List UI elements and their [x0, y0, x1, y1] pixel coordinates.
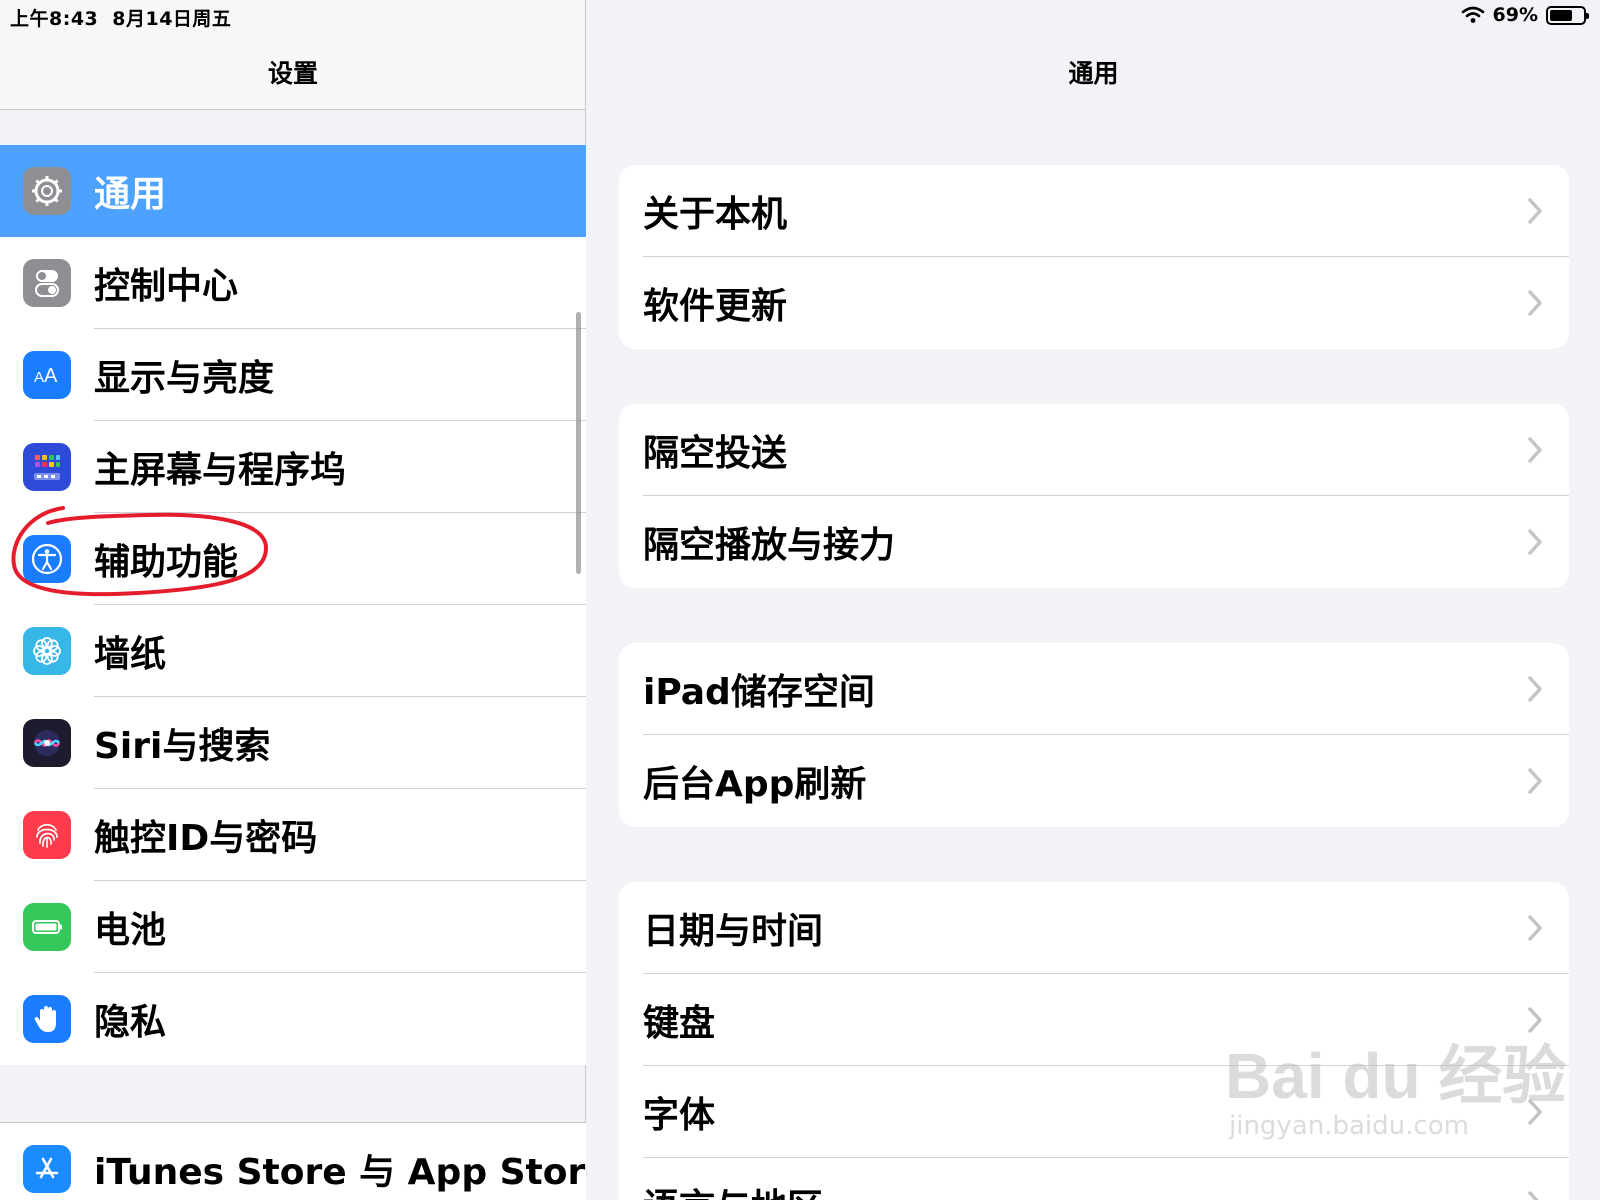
sidebar-group-main: 通用 控制中心 AA 显示与亮度 主屏幕与程序坞 辅助功能 墙纸 Siri与搜索… — [0, 145, 586, 1065]
sidebar-item-label: 显示与亮度 — [94, 358, 275, 399]
sidebar-item-privacy[interactable]: 隐私 — [0, 973, 586, 1065]
chevron-right-icon — [1528, 437, 1542, 463]
row-fonts[interactable]: 字体 — [619, 1066, 1569, 1158]
row-airdrop[interactable]: 隔空投送 — [619, 404, 1569, 496]
sidebar-item-label: 触控ID与密码 — [94, 818, 318, 859]
row-label: iPad储存空间 — [643, 672, 875, 713]
flower-icon — [23, 627, 71, 675]
row-about[interactable]: 关于本机 — [619, 165, 1569, 257]
row-label: 日期与时间 — [643, 911, 824, 952]
toggle-icon — [23, 259, 71, 307]
home-grid-icon — [23, 443, 71, 491]
row-label: 后台App刷新 — [643, 764, 867, 805]
status-bar-left: 上午8:43 8月14日周五 — [10, 4, 245, 31]
sidebar-item-label: 通用 — [94, 174, 167, 215]
row-label: 字体 — [643, 1095, 716, 1136]
sidebar-item-wallpaper[interactable]: 墙纸 — [0, 605, 586, 697]
row-software-update[interactable]: 软件更新 — [619, 257, 1569, 349]
battery-percent: 69% — [1492, 4, 1538, 26]
chevron-right-icon — [1528, 1007, 1542, 1033]
row-label: 软件更新 — [643, 286, 788, 327]
settings-group-4: 日期与时间 键盘 字体 语言与地区 — [619, 882, 1569, 1200]
general-detail-pane: 通用 关于本机 软件更新 隔空投送 隔空播放与接力 iPad储存空间 后台App… — [587, 0, 1600, 1200]
sidebar-item-app-store[interactable]: iTunes Store 与 App Store — [0, 1123, 610, 1200]
settings-group-3: iPad储存空间 后台App刷新 — [619, 643, 1569, 827]
chevron-right-icon — [1528, 198, 1542, 224]
sidebar-title: 设置 — [267, 59, 318, 88]
sidebar-item-label: 隐私 — [94, 1002, 167, 1043]
row-keyboard[interactable]: 键盘 — [619, 974, 1569, 1066]
sidebar-item-siri[interactable]: Siri与搜索 — [0, 697, 586, 789]
sidebar-item-home-screen[interactable]: 主屏幕与程序坞 — [0, 421, 586, 513]
sidebar-group-store: iTunes Store 与 App Store — [0, 1122, 610, 1200]
sidebar-item-label: 控制中心 — [94, 266, 239, 307]
sidebar-item-label: 墙纸 — [94, 634, 167, 675]
fingerprint-icon — [23, 811, 71, 859]
app-store-icon — [23, 1145, 71, 1193]
wifi-icon — [1461, 6, 1484, 23]
chevron-right-icon — [1528, 1099, 1542, 1125]
annotation-circle — [11, 506, 269, 597]
row-language-region[interactable]: 语言与地区 — [619, 1158, 1569, 1200]
siri-icon — [23, 719, 71, 767]
sidebar-item-label: Siri与搜索 — [94, 726, 271, 767]
row-label: 隔空投送 — [643, 433, 788, 474]
gear-icon — [23, 167, 71, 215]
sidebar-item-battery[interactable]: 电池 — [0, 881, 586, 973]
detail-title: 通用 — [1068, 59, 1119, 88]
sidebar-item-label: iTunes Store 与 App Store — [94, 1152, 610, 1193]
status-date: 8月14日周五 — [112, 8, 232, 30]
settings-group-2: 隔空投送 隔空播放与接力 — [619, 404, 1569, 588]
sidebar-item-general[interactable]: 通用 — [0, 145, 586, 237]
sidebar-item-label: 主屏幕与程序坞 — [94, 450, 347, 491]
svg-text:A: A — [44, 365, 58, 387]
row-ipad-storage[interactable]: iPad储存空间 — [619, 643, 1569, 735]
scroll-indicator[interactable] — [576, 312, 581, 574]
chevron-right-icon — [1528, 529, 1542, 555]
chevron-right-icon — [1528, 1191, 1539, 1200]
chevron-right-icon — [1528, 290, 1542, 316]
chevron-right-icon — [1528, 915, 1542, 941]
chevron-right-icon — [1528, 768, 1542, 794]
sidebar-item-label: 电池 — [94, 910, 167, 951]
row-label: 隔空播放与接力 — [643, 525, 896, 566]
chevron-right-icon — [1528, 676, 1542, 702]
sidebar-item-control-center[interactable]: 控制中心 — [0, 237, 586, 329]
hand-icon — [23, 995, 71, 1043]
status-time: 上午8:43 — [10, 8, 99, 30]
row-label: 语言与地区 — [643, 1178, 823, 1200]
battery-status-icon — [1546, 5, 1589, 25]
sidebar-item-display[interactable]: AA 显示与亮度 — [0, 329, 586, 421]
settings-group-1: 关于本机 软件更新 — [619, 165, 1569, 349]
svg-text:A: A — [34, 369, 44, 386]
battery-icon — [23, 903, 71, 951]
row-label: 关于本机 — [643, 194, 788, 235]
row-background-refresh[interactable]: 后台App刷新 — [619, 735, 1569, 827]
status-bar-right: 69% — [1461, 4, 1589, 26]
row-date-time[interactable]: 日期与时间 — [619, 882, 1569, 974]
row-label: 键盘 — [643, 1003, 716, 1044]
sidebar-item-touch-id[interactable]: 触控ID与密码 — [0, 789, 586, 881]
text-size-icon: AA — [23, 351, 71, 399]
row-airplay-handoff[interactable]: 隔空播放与接力 — [619, 496, 1569, 588]
